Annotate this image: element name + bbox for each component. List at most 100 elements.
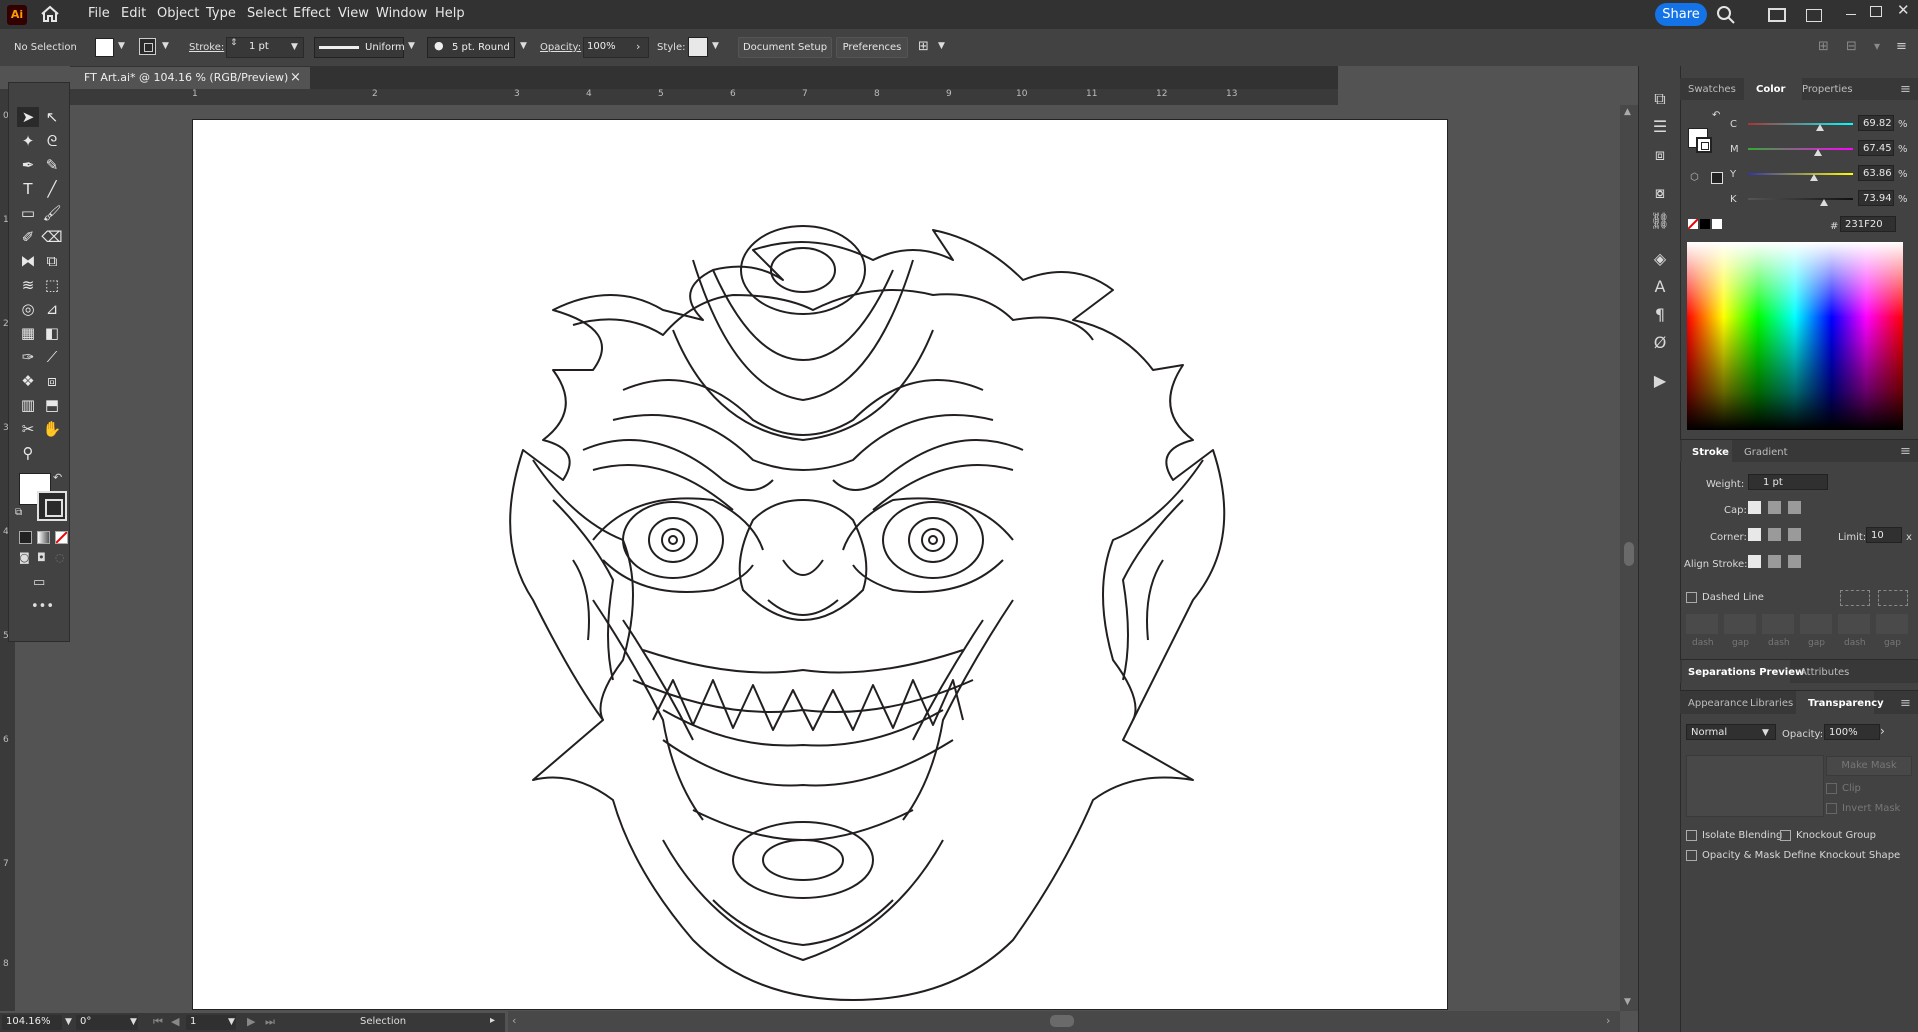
- chevron-down-icon[interactable]: ▼: [118, 41, 125, 51]
- isolate-blending-checkbox[interactable]: [1686, 830, 1697, 841]
- opacity-label[interactable]: Opacity:: [540, 42, 581, 53]
- web-safe-icon[interactable]: [1711, 172, 1723, 184]
- black-value-field[interactable]: 73.94: [1858, 190, 1894, 206]
- scroll-up-icon[interactable]: ▲: [1624, 107, 1631, 117]
- previous-artboard-icon[interactable]: ◀: [171, 1015, 179, 1028]
- round-cap-icon[interactable]: [1768, 501, 1781, 514]
- panel-menu-icon[interactable]: ≡: [1900, 444, 1911, 459]
- edit-toolbar-icon[interactable]: •••: [31, 599, 54, 614]
- minimize-icon[interactable]: [1846, 14, 1856, 15]
- menu-edit[interactable]: Edit: [121, 6, 146, 21]
- align-panel-icon[interactable]: ☰: [1649, 116, 1671, 138]
- draw-normal-icon[interactable]: ◙: [19, 551, 30, 564]
- white-swatch[interactable]: [1712, 219, 1722, 229]
- butt-cap-icon[interactable]: [1748, 501, 1761, 514]
- menu-file[interactable]: File: [88, 6, 110, 21]
- measure-tool-icon[interactable]: ⟋: [41, 347, 63, 367]
- transform-panel-icon[interactable]: ⧉: [1649, 88, 1671, 110]
- screen-mode-icon[interactable]: ▭: [33, 575, 45, 590]
- reflect-tool-icon[interactable]: ⧓: [17, 251, 39, 271]
- paintbrush-tool-icon[interactable]: 🖌: [41, 203, 63, 223]
- shaper-tool-icon[interactable]: ✐: [17, 227, 39, 247]
- next-artboard-icon[interactable]: ▶: [247, 1015, 255, 1028]
- workspace-icon[interactable]: [1806, 9, 1822, 22]
- weight-field[interactable]: 1 pt: [1748, 474, 1828, 490]
- layers-panel-icon[interactable]: ◈: [1649, 248, 1671, 270]
- hex-field[interactable]: 231F20: [1840, 216, 1896, 232]
- black-swatch[interactable]: [1700, 219, 1710, 229]
- blend-tool-icon[interactable]: ⧈: [41, 371, 63, 391]
- actions-panel-icon[interactable]: ▶: [1649, 370, 1671, 392]
- pen-tool-icon[interactable]: ✒: [17, 155, 39, 175]
- close-icon[interactable]: ✕: [1897, 1, 1910, 19]
- horizontal-scrollbar[interactable]: ‹ ›: [508, 1011, 1620, 1032]
- tab-swatches[interactable]: Swatches: [1688, 84, 1736, 95]
- dash-preserve-icon[interactable]: [1840, 590, 1870, 606]
- dash-align-icon[interactable]: [1878, 590, 1908, 606]
- width-tool-icon[interactable]: ≋: [17, 275, 39, 295]
- first-artboard-icon[interactable]: ⏮: [153, 1015, 163, 1029]
- color-mode-icon[interactable]: [19, 531, 32, 544]
- brush-definition[interactable]: ● 5 pt. Round: [427, 37, 515, 58]
- miter-join-icon[interactable]: [1748, 528, 1761, 541]
- menu-select[interactable]: Select: [247, 6, 287, 21]
- yellow-slider-track[interactable]: [1748, 173, 1853, 175]
- tab-separations-preview[interactable]: Separations Preview: [1688, 667, 1804, 678]
- links-panel-icon[interactable]: ⛓: [1649, 210, 1671, 232]
- eyedropper-tool-icon[interactable]: ✑: [17, 347, 39, 367]
- magenta-slider-track[interactable]: [1748, 148, 1853, 150]
- pathfinder-panel-icon[interactable]: ⧈: [1649, 144, 1671, 166]
- tab-libraries[interactable]: Libraries: [1750, 698, 1793, 709]
- type-tool-icon[interactable]: T: [17, 179, 39, 199]
- bevel-join-icon[interactable]: [1788, 528, 1801, 541]
- close-tab-icon[interactable]: ×: [290, 67, 301, 89]
- color-stroke-swatch[interactable]: [1696, 137, 1712, 153]
- demon-face-artwork[interactable]: [193, 120, 1447, 1009]
- menu-type[interactable]: Type: [206, 6, 236, 21]
- hand-tool-icon[interactable]: ✋: [41, 419, 63, 439]
- stroke-swatch[interactable]: [139, 38, 156, 55]
- perspective-grid-tool-icon[interactable]: ⊿: [41, 299, 63, 319]
- stroke-weight-field[interactable]: ⇕ 1 pt ▼: [226, 37, 304, 58]
- gap-field-3[interactable]: [1876, 614, 1908, 634]
- free-transform-tool-icon[interactable]: ⬚: [41, 275, 63, 295]
- chevron-down-icon[interactable]: ▼: [162, 41, 169, 51]
- draw-behind-icon[interactable]: ◘: [37, 551, 46, 564]
- zoom-field[interactable]: 104.16%: [2, 1015, 62, 1030]
- curvature-tool-icon[interactable]: ✎: [41, 155, 63, 175]
- menu-effect[interactable]: Effect: [293, 6, 330, 21]
- scroll-down-icon[interactable]: ▼: [1624, 997, 1631, 1007]
- tab-gradient[interactable]: Gradient: [1744, 447, 1788, 458]
- vertical-scroll-thumb[interactable]: [1624, 542, 1634, 566]
- arrange-documents-icon[interactable]: [1768, 8, 1786, 22]
- panel-menu-icon[interactable]: ≡: [1900, 82, 1911, 97]
- shape-builder-tool-icon[interactable]: ◎: [17, 299, 39, 319]
- chevron-down-icon[interactable]: ▼: [228, 1017, 235, 1027]
- opentype-panel-icon[interactable]: Ø: [1649, 332, 1671, 354]
- chevron-down-icon[interactable]: ▼: [408, 41, 415, 51]
- chevron-down-icon[interactable]: ▼: [130, 1017, 137, 1027]
- menu-view[interactable]: View: [338, 6, 369, 21]
- artboard[interactable]: [192, 119, 1448, 1010]
- variable-width-profile[interactable]: Uniform: [314, 37, 405, 58]
- panel-menu-icon[interactable]: ≡: [1900, 696, 1911, 711]
- horizontal-scroll-thumb[interactable]: [1050, 1015, 1074, 1027]
- swap-fill-stroke-icon[interactable]: ↶: [53, 471, 62, 484]
- yellow-value-field[interactable]: 63.86: [1858, 165, 1894, 181]
- direct-selection-tool-icon[interactable]: ↖: [41, 107, 63, 127]
- chevron-down-icon[interactable]: ▼: [712, 41, 719, 51]
- stroke-color-box[interactable]: [37, 491, 67, 521]
- line-tool-icon[interactable]: ╱: [41, 179, 63, 199]
- make-mask-button[interactable]: Make Mask: [1826, 756, 1912, 776]
- align-outside-icon[interactable]: [1788, 555, 1801, 568]
- dash-field-3[interactable]: [1838, 614, 1870, 634]
- dash-field-2[interactable]: [1762, 614, 1794, 634]
- document-tab[interactable]: FT Art.ai* @ 104.16 % (RGB/Preview) ×: [70, 67, 310, 89]
- align-inside-icon[interactable]: [1768, 555, 1781, 568]
- rectangle-tool-icon[interactable]: ▭: [17, 203, 39, 223]
- align-options-icon[interactable]: ⊞: [918, 39, 929, 54]
- symbol-sprayer-tool-icon[interactable]: ❖: [17, 371, 39, 391]
- chevron-down-icon[interactable]: ▼: [1762, 728, 1769, 738]
- magic-wand-tool-icon[interactable]: ✦: [17, 131, 39, 151]
- scale-tool-icon[interactable]: ⧉: [41, 251, 63, 271]
